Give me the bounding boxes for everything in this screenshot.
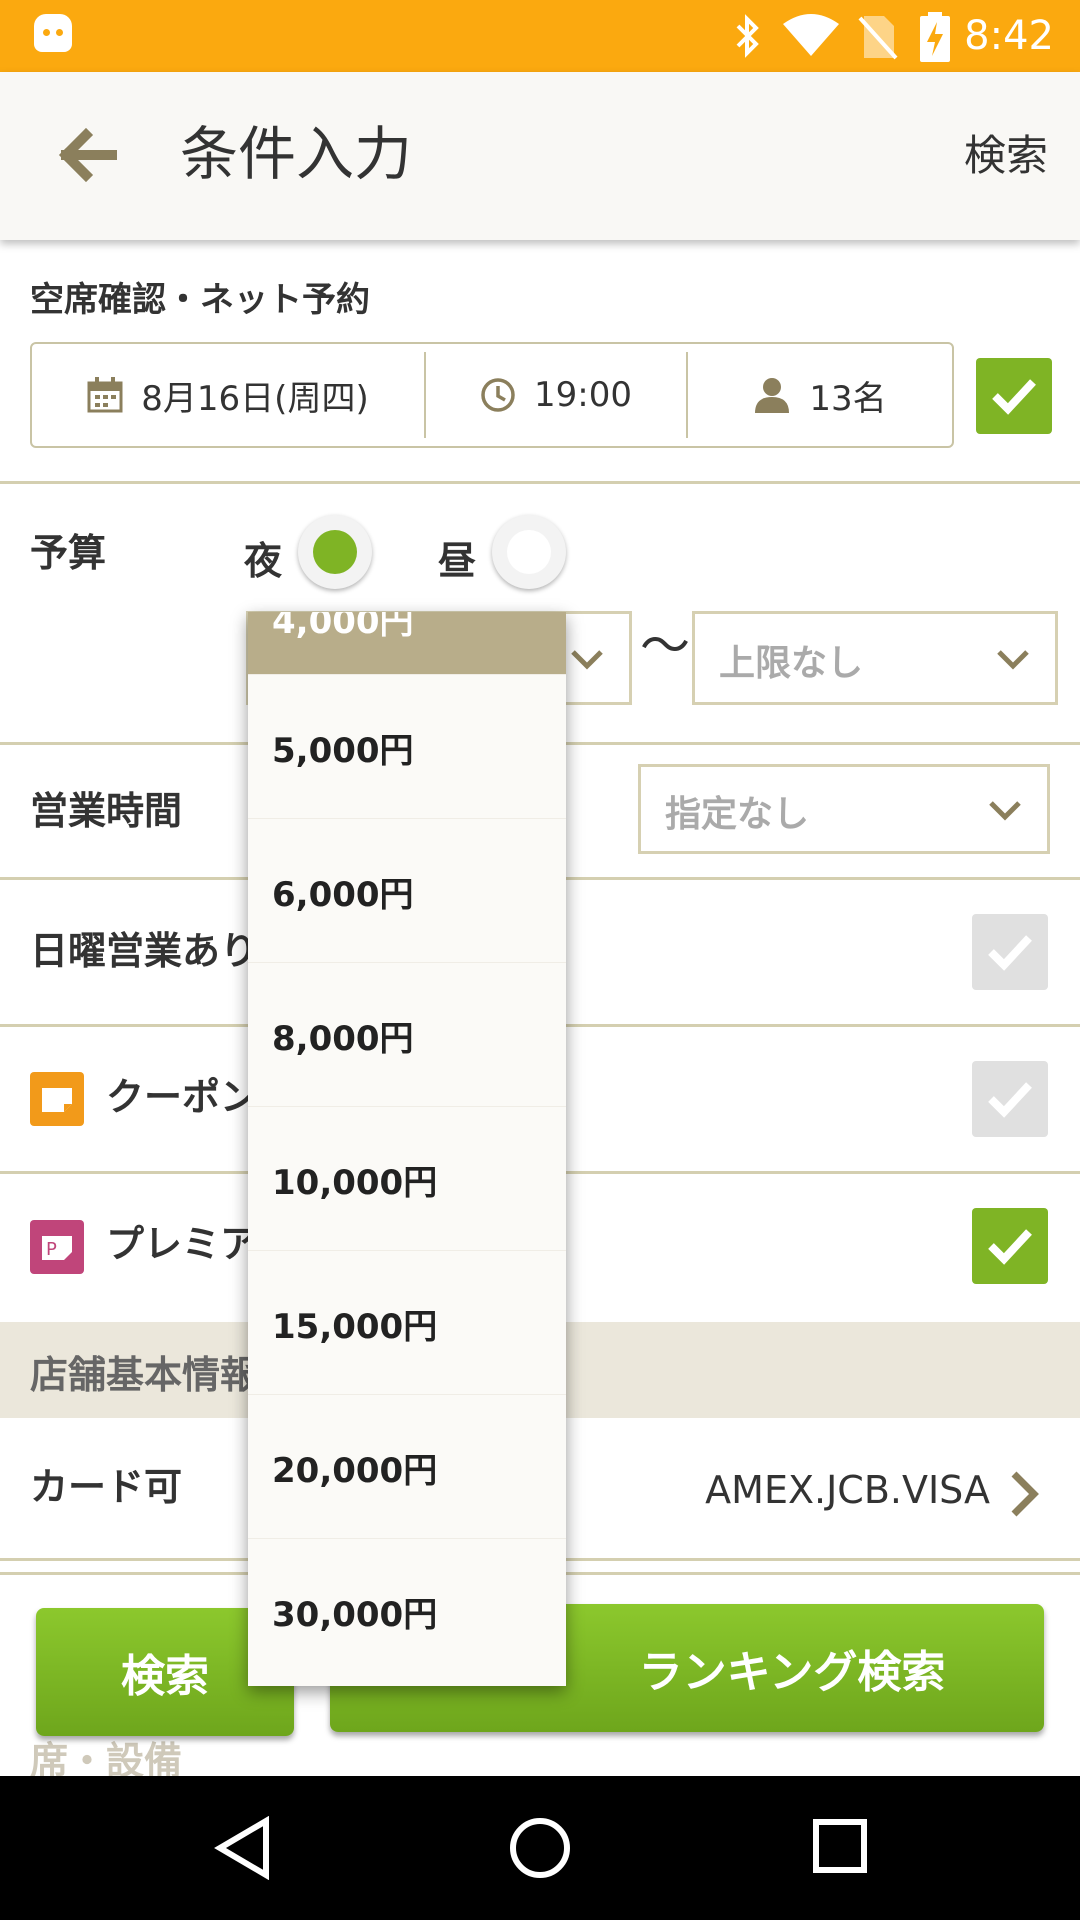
card-label: カード可 [30,1465,183,1509]
divider [0,481,1080,484]
battery-charging-icon [920,12,950,62]
dropdown-option[interactable]: 20,000円 [248,1394,566,1538]
budget-label: 予算 [30,531,107,575]
sunday-checkbox[interactable] [972,914,1048,990]
card-value[interactable]: AMEX.JCB.VISA [705,1468,990,1512]
option-label: 10,000円 [272,1163,438,1203]
night-label: 夜 [244,539,283,583]
radio-empty-dot [507,530,551,574]
chevron-down-icon [571,650,603,670]
person-icon [755,378,790,413]
status-time: 8:42 [964,13,1054,59]
coupon-label: クーポン [106,1075,259,1119]
radio-selected-dot [313,530,357,574]
home-nav-icon[interactable] [508,1816,572,1880]
dropdown-selected-text: 4,000円 [272,612,414,642]
reservation-checkbox[interactable] [976,358,1052,434]
premium-checkbox[interactable] [972,1208,1048,1284]
page-title: 条件入力 [180,120,413,188]
range-tilde: 〜 [640,617,690,675]
checkmark-icon [992,379,1036,415]
time-picker[interactable]: 19:00 [426,344,686,446]
android-icon [34,14,72,52]
sunday-label: 日曜営業あり [30,929,259,973]
chevron-down-icon [989,801,1021,821]
day-radio[interactable] [492,515,566,589]
reservation-section-label: 空席確認・ネット予約 [30,280,370,320]
wifi-icon [783,14,839,56]
chevron-down-icon [997,650,1029,670]
day-label: 昼 [438,539,477,583]
dropdown-option[interactable]: 30,000円 [248,1538,566,1682]
option-label: 8,000円 [272,1019,414,1059]
reservation-box: 8月16日(周四) 19:00 13名 [30,342,954,448]
no-sim-icon [858,16,898,60]
option-label: 30,000円 [272,1595,438,1635]
premium-label: プレミア [106,1222,259,1266]
date-value: 8月16日(周四) [141,378,369,419]
people-picker[interactable]: 13名 [688,344,952,446]
dropdown-option[interactable]: 15,000円 [248,1250,566,1394]
status-bar: 8:42 [0,0,1080,72]
time-value: 19:00 [534,375,632,415]
option-label: 5,000円 [272,731,414,771]
night-radio[interactable] [298,515,372,589]
dropdown-option[interactable]: 8,000円 [248,962,566,1106]
back-arrow-icon[interactable] [54,120,124,190]
svg-text:P: P [46,1239,57,1260]
ranking-search-label: ランキング検索 [638,1647,946,1698]
date-picker[interactable]: 8月16日(周四) [32,344,424,446]
budget-max-placeholder: 上限なし [719,643,864,684]
calendar-icon [87,377,123,413]
option-label: 6,000円 [272,875,414,915]
business-hours-select[interactable]: 指定なし [638,764,1050,854]
people-value: 13名 [809,378,887,419]
business-hours-label: 営業時間 [30,789,183,833]
checkmark-icon [988,935,1032,971]
dropdown-option[interactable]: 6,000円 [248,818,566,962]
coupon-icon [30,1072,84,1126]
dropdown-option[interactable]: 10,000円 [248,1106,566,1250]
option-label: 15,000円 [272,1307,438,1347]
checkmark-icon [988,1229,1032,1265]
back-nav-icon[interactable] [214,1816,272,1880]
navigation-bar [0,1776,1080,1920]
recents-nav-icon[interactable] [812,1818,868,1874]
store-info-label: 店舗基本情報 [30,1353,259,1397]
top-search-button[interactable]: 検索 [964,128,1048,184]
checkmark-icon [988,1082,1032,1118]
chevron-right-icon[interactable] [1004,1466,1044,1522]
app-bar: 条件入力 検索 [0,72,1080,240]
bluetooth-icon [736,14,759,58]
premium-icon: P [30,1220,84,1274]
budget-max-select[interactable]: 上限なし [692,611,1058,705]
budget-dropdown-list[interactable]: 4,000円 5,000円 6,000円 8,000円 10,000円 15,0… [248,612,566,1686]
business-hours-placeholder: 指定なし [665,794,810,835]
clock-icon [481,378,515,412]
coupon-checkbox[interactable] [972,1061,1048,1137]
search-button-label: 検索 [121,1651,209,1702]
option-label: 20,000円 [272,1451,438,1491]
dropdown-selected-option[interactable]: 4,000円 [248,612,566,674]
dropdown-option[interactable]: 5,000円 [248,674,566,818]
